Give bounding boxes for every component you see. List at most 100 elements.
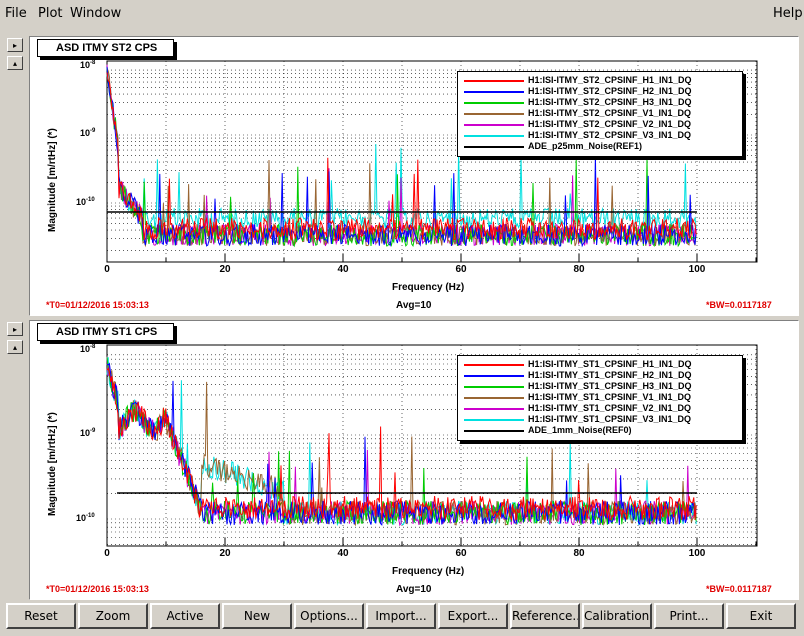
legend-entry: H1:ISI-ITMY_ST1_CPSINF_V1_IN1_DQ: [458, 392, 742, 403]
legend-swatch: [464, 113, 524, 115]
legend-label: H1:ISI-ITMY_ST2_CPSINF_V2_IN1_DQ: [528, 119, 692, 129]
legend-label: H1:ISI-ITMY_ST2_CPSINF_V1_IN1_DQ: [528, 108, 692, 118]
legend-entry: H1:ISI-ITMY_ST1_CPSINF_V3_IN1_DQ: [458, 414, 742, 425]
legend-entry: H1:ISI-ITMY_ST2_CPSINF_V2_IN1_DQ: [458, 119, 742, 130]
legend-entry: H1:ISI-ITMY_ST2_CPSINF_V3_IN1_DQ: [458, 130, 742, 141]
bw-label: *BW=0.0117187: [706, 584, 772, 594]
panel2-collapse-button[interactable]: ▴: [7, 340, 23, 354]
panel2-expand-button[interactable]: ▸: [7, 322, 23, 336]
new-button[interactable]: New: [222, 603, 292, 629]
zoom-button[interactable]: Zoom: [78, 603, 148, 629]
plot-panel-st2[interactable]: ASD ITMY ST2 CPS Magnitude [m/rtHz] (*) …: [29, 36, 799, 316]
collapse-icon: ▴: [12, 343, 17, 352]
legend-label: H1:ISI-ITMY_ST1_CPSINF_H2_IN1_DQ: [528, 370, 692, 380]
menu-window[interactable]: Window: [70, 6, 121, 21]
y-axis-label: Magnitude [m/rtHz] (*): [47, 128, 58, 232]
y-tick-label: 10-10: [76, 197, 95, 207]
legend-entry: H1:ISI-ITMY_ST2_CPSINF_V1_IN1_DQ: [458, 108, 742, 119]
y-tick-label: 10-9: [80, 428, 96, 438]
x-tick-label: 0: [104, 548, 110, 559]
menu-help-label: Help: [773, 6, 803, 21]
avg-label: Avg=10: [396, 584, 432, 595]
x-tick-label: 80: [573, 264, 585, 275]
panel1-expand-button[interactable]: ▸: [7, 38, 23, 52]
exit-button[interactable]: Exit: [726, 603, 796, 629]
x-tick-label: 60: [455, 548, 467, 559]
active-button[interactable]: Active: [150, 603, 220, 629]
legend-entry: H1:ISI-ITMY_ST1_CPSINF_V2_IN1_DQ: [458, 403, 742, 414]
options-button[interactable]: Options...: [294, 603, 364, 629]
legend-label: H1:ISI-ITMY_ST2_CPSINF_H2_IN1_DQ: [528, 86, 692, 96]
legend-swatch: [464, 419, 524, 421]
plot-panel-st1[interactable]: ASD ITMY ST1 CPS Magnitude [m/rtHz] (*) …: [29, 320, 799, 600]
reference-button[interactable]: Reference...: [510, 603, 580, 629]
reset-button[interactable]: Reset: [6, 603, 76, 629]
avg-label: Avg=10: [396, 300, 432, 311]
print-button[interactable]: Print...: [654, 603, 724, 629]
legend-swatch: [464, 364, 524, 366]
x-tick-label: 40: [337, 548, 349, 559]
calibration-button[interactable]: Calibration...: [582, 603, 652, 629]
legend-swatch: [464, 124, 524, 126]
legend-label: ADE_1mm_Noise(REF0): [528, 425, 632, 435]
x-tick-label: 60: [455, 264, 467, 275]
x-tick-label: 0: [104, 264, 110, 275]
legend-label: H1:ISI-ITMY_ST1_CPSINF_V2_IN1_DQ: [528, 403, 692, 413]
legend-swatch: [464, 135, 524, 137]
y-tick-label: 10-8: [80, 60, 96, 70]
legend-entry: H1:ISI-ITMY_ST2_CPSINF_H2_IN1_DQ: [458, 86, 742, 97]
panel1-collapse-button[interactable]: ▴: [7, 56, 23, 70]
legend-swatch: [464, 397, 524, 399]
y-tick-label: 10-10: [76, 513, 95, 523]
legend[interactable]: H1:ISI-ITMY_ST2_CPSINF_H1_IN1_DQ H1:ISI-…: [457, 71, 743, 157]
x-tick-label: 40: [337, 264, 349, 275]
menu-bar: File Plot Window Help: [0, 0, 804, 26]
x-tick-label: 100: [688, 548, 706, 559]
x-tick-label: 80: [573, 548, 585, 559]
legend-entry: ADE_p25mm_Noise(REF1): [458, 141, 742, 152]
legend-label: H1:ISI-ITMY_ST2_CPSINF_H3_IN1_DQ: [528, 97, 692, 107]
legend-label: H1:ISI-ITMY_ST1_CPSINF_H1_IN1_DQ: [528, 359, 692, 369]
legend-swatch: [464, 408, 524, 410]
menu-plot-label: Plot: [38, 6, 63, 21]
legend-entry: H1:ISI-ITMY_ST1_CPSINF_H3_IN1_DQ: [458, 381, 742, 392]
legend-label: ADE_p25mm_Noise(REF1): [528, 141, 643, 151]
menu-plot[interactable]: Plot: [38, 6, 63, 21]
bw-label: *BW=0.0117187: [706, 300, 772, 310]
legend-label: H1:ISI-ITMY_ST2_CPSINF_H1_IN1_DQ: [528, 75, 692, 85]
y-axis-label: Magnitude [m/rtHz] (*): [47, 412, 58, 516]
legend-swatch: [464, 146, 524, 148]
legend-label: H1:ISI-ITMY_ST1_CPSINF_H3_IN1_DQ: [528, 381, 692, 391]
legend-swatch: [464, 430, 524, 432]
legend[interactable]: H1:ISI-ITMY_ST1_CPSINF_H1_IN1_DQ H1:ISI-…: [457, 355, 743, 441]
plot-title-tab[interactable]: ASD ITMY ST1 CPS: [37, 323, 175, 341]
legend-label: H1:ISI-ITMY_ST1_CPSINF_V3_IN1_DQ: [528, 414, 692, 424]
legend-entry: H1:ISI-ITMY_ST1_CPSINF_H2_IN1_DQ: [458, 370, 742, 381]
t0-label: *T0=01/12/2016 15:03:13: [46, 584, 149, 594]
y-tick-label: 10-9: [80, 128, 96, 138]
legend-entry: ADE_1mm_Noise(REF0): [458, 425, 742, 436]
legend-swatch: [464, 80, 524, 82]
legend-entry: H1:ISI-ITMY_ST2_CPSINF_H3_IN1_DQ: [458, 97, 742, 108]
import-button[interactable]: Import...: [366, 603, 436, 629]
x-axis-label: Frequency (Hz): [392, 566, 465, 577]
x-axis-label: Frequency (Hz): [392, 282, 465, 293]
t0-label: *T0=01/12/2016 15:03:13: [46, 300, 149, 310]
collapse-icon: ▴: [12, 59, 17, 68]
x-tick-label: 100: [688, 264, 706, 275]
export-button[interactable]: Export...: [438, 603, 508, 629]
legend-swatch: [464, 91, 524, 93]
menu-help[interactable]: Help: [773, 6, 803, 21]
x-tick-label: 20: [219, 548, 231, 559]
expand-icon: ▸: [12, 325, 17, 334]
legend-entry: H1:ISI-ITMY_ST1_CPSINF_H1_IN1_DQ: [458, 359, 742, 370]
plot-title-tab[interactable]: ASD ITMY ST2 CPS: [37, 39, 175, 57]
legend-entry: H1:ISI-ITMY_ST2_CPSINF_H1_IN1_DQ: [458, 75, 742, 86]
legend-swatch: [464, 386, 524, 388]
menu-window-label: Window: [70, 6, 122, 21]
x-tick-label: 20: [219, 264, 231, 275]
expand-icon: ▸: [12, 41, 17, 50]
legend-swatch: [464, 102, 524, 104]
menu-file[interactable]: File: [5, 6, 27, 21]
menu-file-label: File: [5, 6, 27, 21]
